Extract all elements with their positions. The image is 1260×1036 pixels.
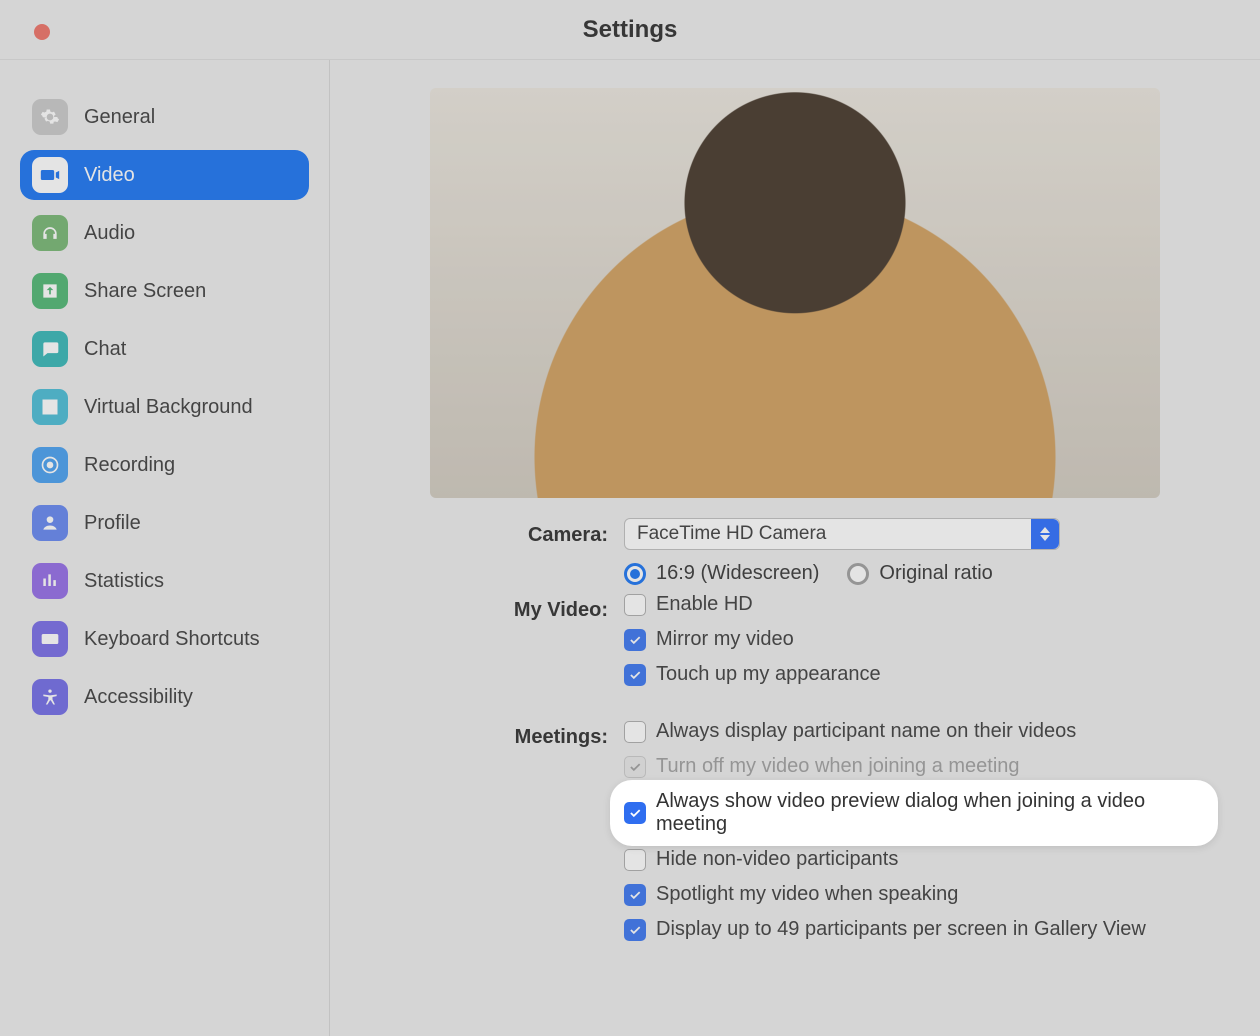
sidebar-item-chat[interactable]: Chat — [20, 324, 309, 374]
settings-content: Camera: FaceTime HD Camera 16:9 (Widescr… — [330, 60, 1260, 1036]
select-stepper-icon — [1031, 519, 1059, 549]
upload-box-icon — [32, 273, 68, 309]
checkbox-gallery-49[interactable]: Display up to 49 participants per screen… — [624, 918, 1146, 941]
chat-icon — [32, 331, 68, 367]
sidebar-item-label: Virtual Background — [84, 396, 253, 419]
sidebar-item-audio[interactable]: Audio — [20, 208, 309, 258]
person-icon — [32, 505, 68, 541]
checkbox-preview-dialog[interactable]: Always show video preview dialog when jo… — [624, 790, 1204, 836]
titlebar: Settings — [0, 0, 1260, 60]
checkbox-box — [624, 849, 646, 871]
checkbox-box — [624, 884, 646, 906]
checkbox-box — [624, 802, 646, 824]
headphones-icon — [32, 215, 68, 251]
sidebar-item-label: Recording — [84, 454, 175, 477]
sidebar-item-label: General — [84, 106, 155, 129]
checkbox-box — [624, 756, 646, 778]
checkbox-label: Enable HD — [656, 593, 753, 616]
checkbox-hide-nonvideo[interactable]: Hide non-video participants — [624, 848, 898, 871]
checkbox-box — [624, 721, 646, 743]
checkbox-label: Display up to 49 participants per screen… — [656, 918, 1146, 941]
sidebar-item-label: Video — [84, 164, 135, 187]
label-meetings: Meetings: — [418, 720, 608, 941]
sidebar-item-stats[interactable]: Statistics — [20, 556, 309, 606]
camera-preview — [430, 88, 1160, 498]
checkbox-label: Hide non-video participants — [656, 848, 898, 871]
window-title: Settings — [583, 16, 678, 44]
sidebar-item-label: Audio — [84, 222, 135, 245]
checkbox-label: Always show video preview dialog when jo… — [656, 790, 1204, 836]
checkbox-spotlight[interactable]: Spotlight my video when speaking — [624, 883, 958, 906]
sidebar-item-shortcuts[interactable]: Keyboard Shortcuts — [20, 614, 309, 664]
sidebar-item-a11y[interactable]: Accessibility — [20, 672, 309, 722]
checkbox-turn-off-join: Turn off my video when joining a meeting — [624, 755, 1020, 778]
checkbox-enable-hd[interactable]: Enable HD — [624, 593, 753, 616]
sidebar-item-label: Keyboard Shortcuts — [84, 628, 260, 651]
sidebar-item-general[interactable]: General — [20, 92, 309, 142]
record-icon — [32, 447, 68, 483]
close-window-dot[interactable] — [34, 24, 50, 40]
sidebar-item-label: Accessibility — [84, 686, 193, 709]
radio-indicator — [624, 563, 646, 585]
checkbox-label: Mirror my video — [656, 628, 794, 651]
checkbox-label: Turn off my video when joining a meeting — [656, 755, 1020, 778]
checkbox-box — [624, 664, 646, 686]
radio-original-ratio-label: Original ratio — [879, 562, 992, 585]
checkbox-box — [624, 919, 646, 941]
sidebar-item-share[interactable]: Share Screen — [20, 266, 309, 316]
checkbox-mirror[interactable]: Mirror my video — [624, 628, 794, 651]
camera-select[interactable]: FaceTime HD Camera — [624, 518, 1060, 550]
gear-icon — [32, 99, 68, 135]
sidebar: General Video Audio Share Screen Chat Virtual… — [0, 60, 330, 1036]
video-icon — [32, 157, 68, 193]
checkbox-label: Spotlight my video when speaking — [656, 883, 958, 906]
checkbox-show-names[interactable]: Always display participant name on their… — [624, 720, 1076, 743]
sidebar-item-recording[interactable]: Recording — [20, 440, 309, 490]
radio-widescreen[interactable]: 16:9 (Widescreen) — [624, 562, 819, 585]
a11y-icon — [32, 679, 68, 715]
sidebar-item-label: Statistics — [84, 570, 164, 593]
radio-original-ratio[interactable]: Original ratio — [847, 562, 992, 585]
sidebar-item-vbg[interactable]: Virtual Background — [20, 382, 309, 432]
radio-widescreen-label: 16:9 (Widescreen) — [656, 562, 819, 585]
label-camera: Camera: — [418, 518, 608, 585]
person-box-icon — [32, 389, 68, 425]
label-my-video: My Video: — [418, 593, 608, 686]
sidebar-item-profile[interactable]: Profile — [20, 498, 309, 548]
checkbox-box — [624, 629, 646, 651]
checkbox-label: Always display participant name on their… — [656, 720, 1076, 743]
bars-icon — [32, 563, 68, 599]
keyboard-icon — [32, 621, 68, 657]
sidebar-item-label: Profile — [84, 512, 141, 535]
camera-select-value: FaceTime HD Camera — [637, 523, 826, 545]
radio-indicator — [847, 563, 869, 585]
sidebar-item-video[interactable]: Video — [20, 150, 309, 200]
checkbox-touch-up[interactable]: Touch up my appearance — [624, 663, 881, 686]
checkbox-box — [624, 594, 646, 616]
checkbox-label: Touch up my appearance — [656, 663, 881, 686]
sidebar-item-label: Share Screen — [84, 280, 206, 303]
sidebar-item-label: Chat — [84, 338, 126, 361]
